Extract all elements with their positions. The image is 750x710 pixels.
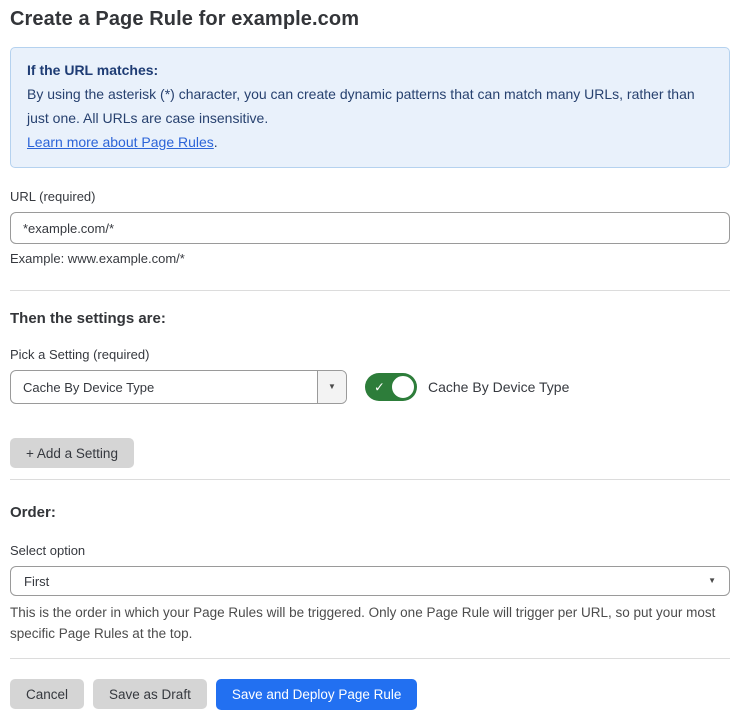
order-helper-text: This is the order in which your Page Rul… [10,602,726,644]
settings-section-heading: Then the settings are: [10,310,730,327]
chevron-down-icon: ▼ [708,577,716,585]
page-rule-form: Create a Page Rule for example.com If th… [0,0,750,710]
order-section-heading: Order: [10,504,730,521]
page-title: Create a Page Rule for example.com [10,8,730,31]
save-as-draft-button[interactable]: Save as Draft [93,679,207,709]
info-box-heading: If the URL matches: [27,58,713,82]
url-matches-info-box: If the URL matches: By using the asteris… [10,47,730,168]
pick-setting-label: Pick a Setting (required) [10,347,730,362]
info-box-body: By using the asterisk (*) character, you… [27,82,713,130]
setting-row: Cache By Device Type ▼ ✓ Cache By Device… [10,370,730,404]
toggle-knob [390,374,416,400]
cancel-button[interactable]: Cancel [10,679,84,709]
learn-more-link[interactable]: Learn more about Page Rules [27,134,214,150]
check-icon: ✓ [374,381,385,394]
setting-select-arrow-button[interactable]: ▼ [317,371,346,403]
order-select-label: Select option [10,543,730,558]
url-input[interactable] [10,212,730,244]
info-box-link-line: Learn more about Page Rules. [27,130,713,154]
footer-buttons: Cancel Save as Draft Save and Deploy Pag… [10,679,730,710]
add-setting-button[interactable]: + Add a Setting [10,438,134,468]
footer-divider [10,658,730,659]
cache-by-device-toggle[interactable]: ✓ [365,373,417,401]
save-and-deploy-button[interactable]: Save and Deploy Page Rule [216,679,418,710]
order-select[interactable]: First ▼ [10,566,730,596]
section-divider [10,290,730,291]
toggle-label: Cache By Device Type [428,379,569,395]
link-period: . [214,134,218,150]
setting-select[interactable]: Cache By Device Type ▼ [10,370,347,404]
setting-select-value: Cache By Device Type [11,371,317,403]
url-example-helper: Example: www.example.com/* [10,251,730,266]
section-divider [10,479,730,480]
order-select-value: First [24,574,708,589]
chevron-down-icon: ▼ [328,383,336,391]
url-field-label: URL (required) [10,189,730,204]
